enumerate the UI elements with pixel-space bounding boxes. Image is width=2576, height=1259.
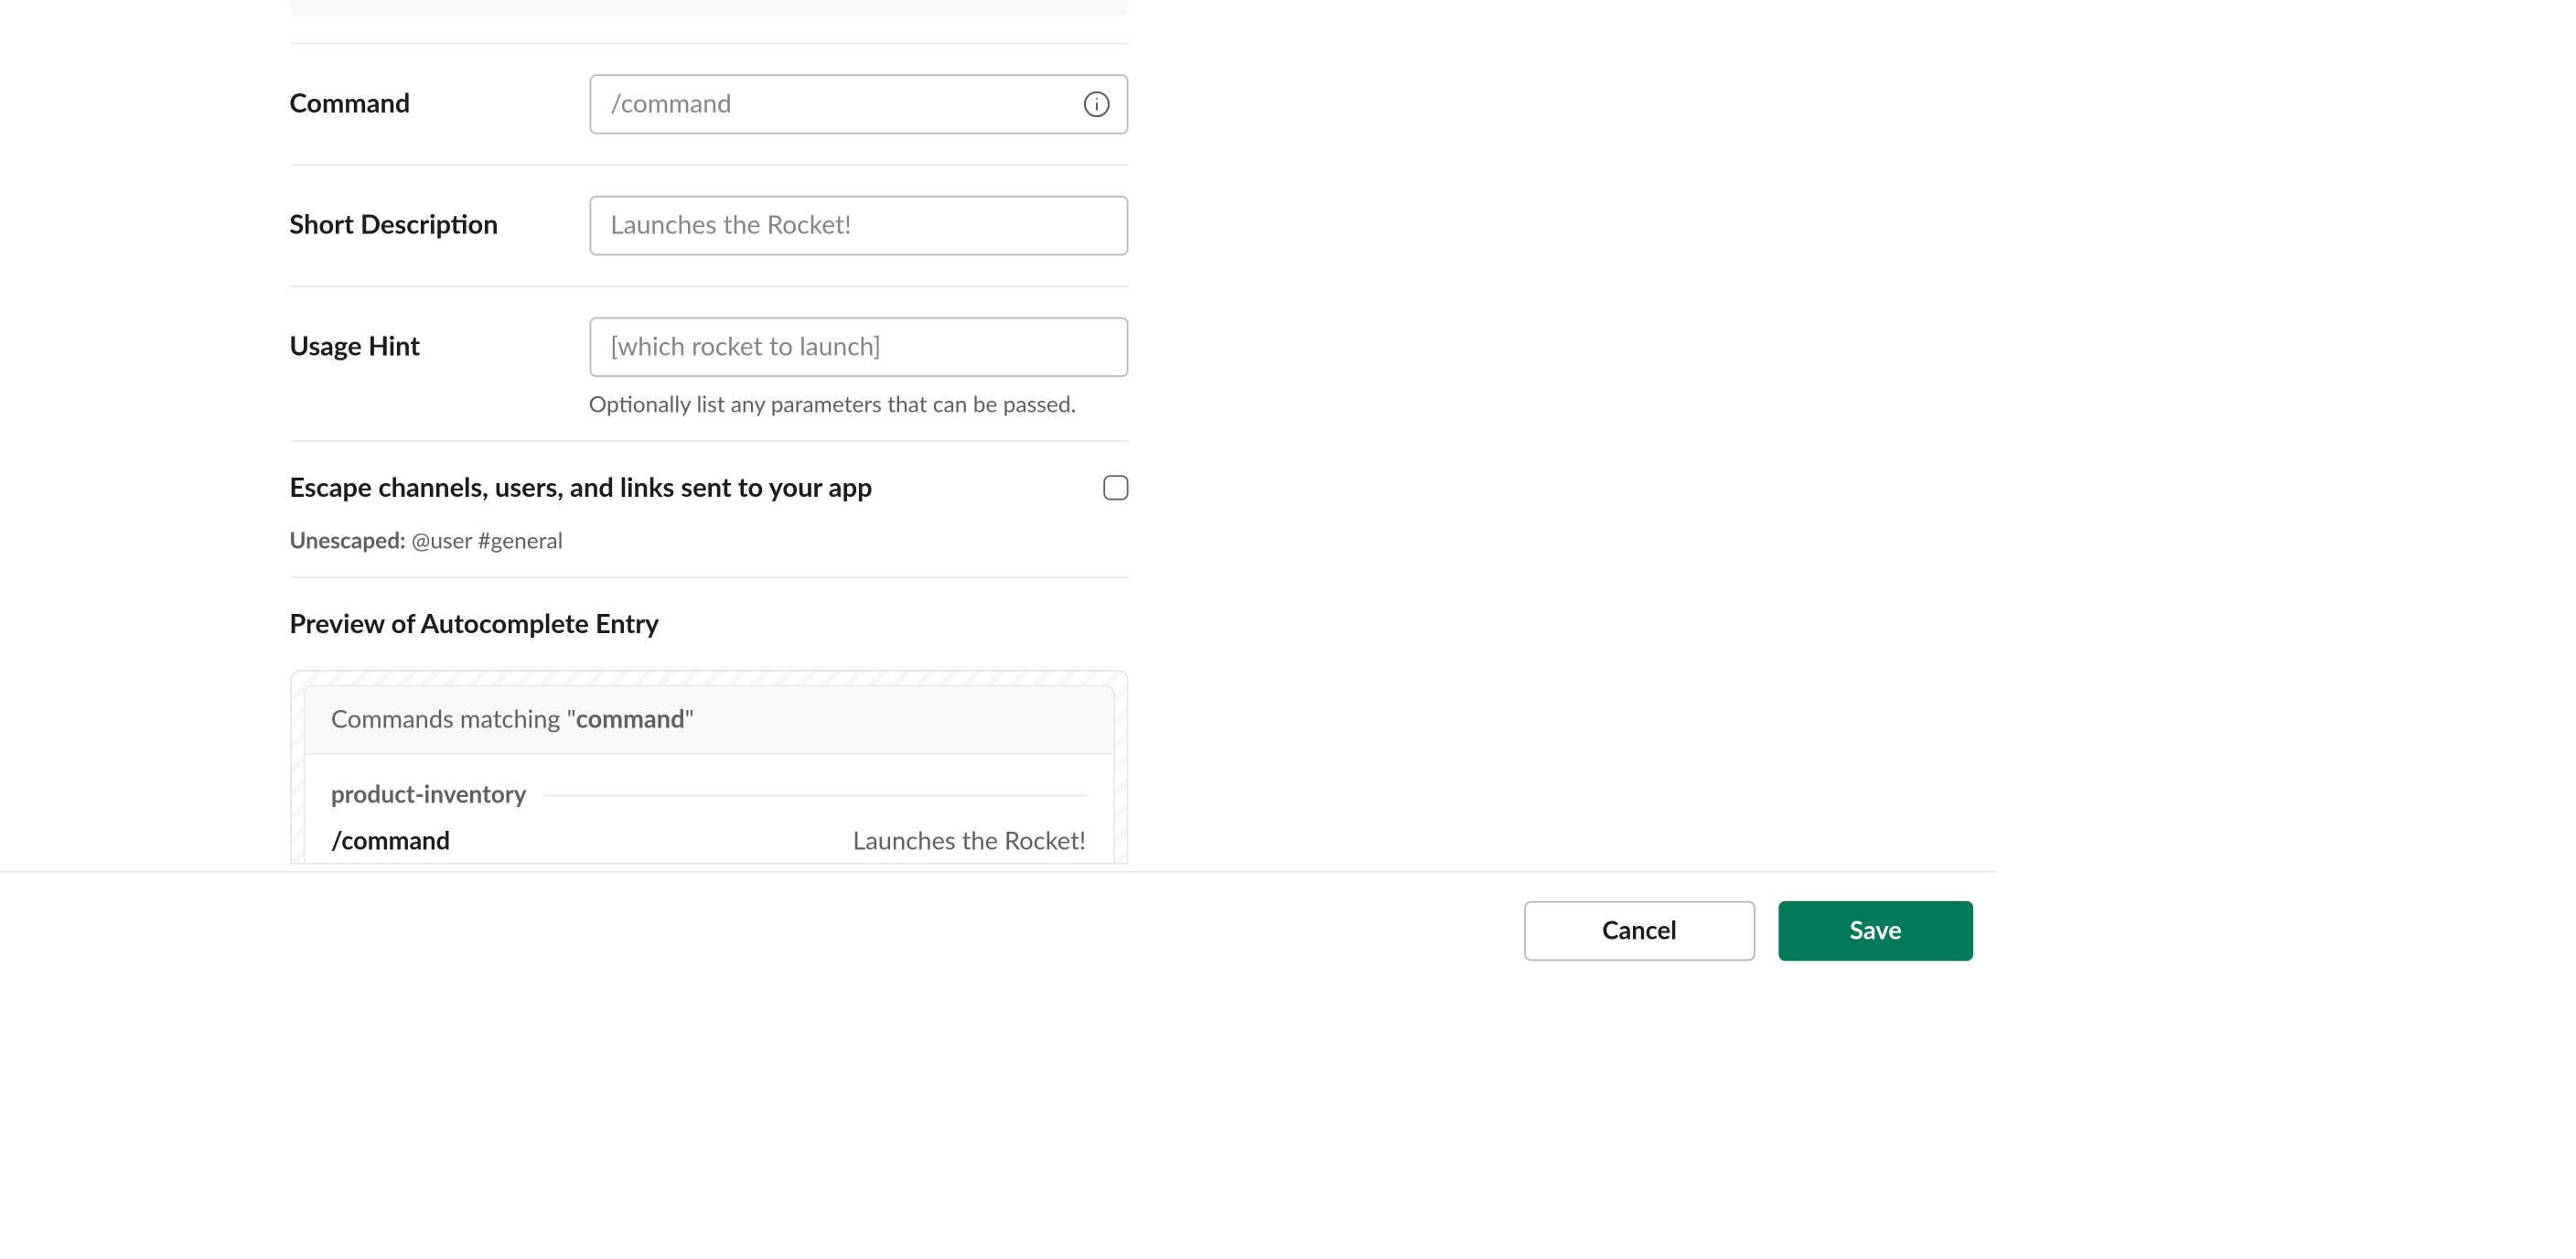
cancel-button[interactable]: Cancel bbox=[1524, 900, 1755, 960]
preview-section: Preview of Autocomplete Entry Commands m… bbox=[289, 576, 1127, 865]
preview-command-text: /command bbox=[331, 826, 450, 856]
usage-hint-label: Usage Hint bbox=[289, 331, 588, 363]
command-row: Command bbox=[289, 42, 1127, 164]
info-icon[interactable] bbox=[1081, 89, 1111, 119]
preview-description-text: Launches the Rocket! bbox=[853, 826, 1086, 856]
preview-container: Commands matching "command" product-inve… bbox=[289, 670, 1127, 865]
preview-entry: /command Launches the Rocket! bbox=[331, 826, 1086, 856]
preview-app-name: product-inventory bbox=[331, 781, 527, 810]
preview-app-divider: product-inventory bbox=[331, 781, 1086, 810]
preview-matching-term: command bbox=[576, 705, 685, 735]
short-description-row: Short Description bbox=[289, 164, 1127, 285]
preview-matching-suffix: " bbox=[685, 705, 694, 735]
socket-mode-banner: Socket Mode is enabled. You won't need t… bbox=[289, 0, 1127, 16]
save-button[interactable]: Save bbox=[1778, 900, 1973, 960]
escape-label: Escape channels, users, and links sent t… bbox=[289, 471, 872, 503]
escape-checkbox[interactable] bbox=[1102, 475, 1127, 500]
short-description-label: Short Description bbox=[289, 210, 588, 242]
preview-title: Preview of Autocomplete Entry bbox=[289, 608, 1127, 640]
usage-hint-help: Optionally list any parameters that can … bbox=[589, 390, 1128, 416]
command-label: Command bbox=[289, 88, 588, 120]
unescaped-prefix: Unescaped: bbox=[289, 526, 405, 553]
divider-line bbox=[543, 794, 1086, 796]
escape-section: Escape channels, users, and links sent t… bbox=[289, 440, 1127, 576]
usage-hint-row: Usage Hint Optionally list any parameter… bbox=[289, 285, 1127, 440]
preview-matching-prefix: Commands matching " bbox=[331, 705, 576, 735]
modal-body: Socket Mode is enabled. You won't need t… bbox=[289, 0, 1127, 864]
usage-hint-input[interactable] bbox=[589, 317, 1128, 376]
preview-card-header: Commands matching "command" bbox=[305, 686, 1113, 755]
short-description-input[interactable] bbox=[589, 196, 1128, 255]
modal-footer: Cancel Save bbox=[0, 871, 1997, 987]
command-input[interactable] bbox=[589, 74, 1128, 134]
unescaped-example: Unescaped: @user #general bbox=[289, 526, 1127, 553]
unescaped-value: @user #general bbox=[412, 526, 564, 553]
preview-card: Commands matching "command" product-inve… bbox=[303, 684, 1114, 863]
